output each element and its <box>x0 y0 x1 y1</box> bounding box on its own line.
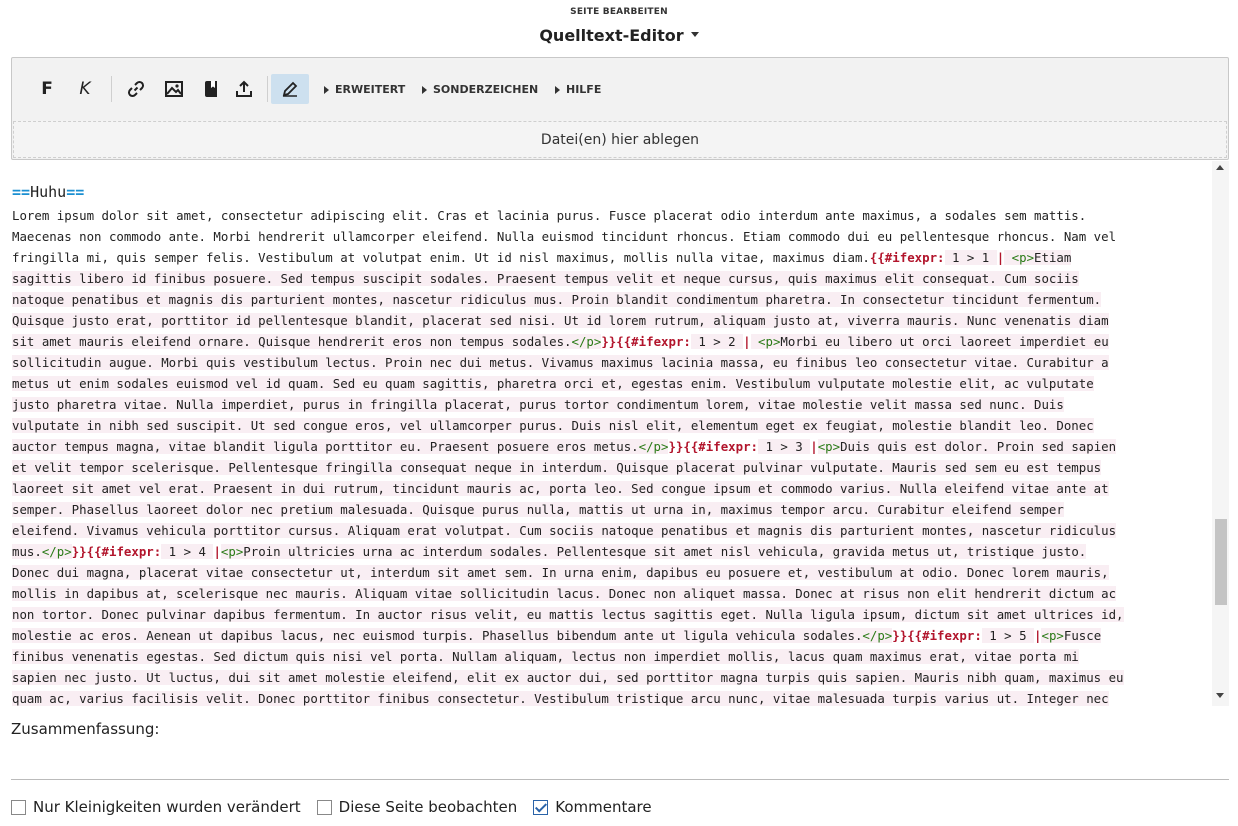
upload-icon <box>236 80 252 97</box>
minor-edit-label: Nur Kleinigkeiten wurden verändert <box>33 798 301 816</box>
editor-line: sapien nec justo. Ut luctus, dui sit ame… <box>12 670 1124 685</box>
minor-edit-checkbox[interactable] <box>11 799 26 815</box>
bold-button[interactable]: F <box>30 74 64 104</box>
editor-line: laoreet sit amet vel erat. Praesent in d… <box>12 481 1109 496</box>
advanced-menu[interactable]: ERWEITERT <box>324 83 405 96</box>
editor-mode-dropdown[interactable]: Quelltext-Editor <box>0 26 1238 45</box>
bold-label: F <box>41 79 53 99</box>
editor-line: Donec dui magna, placerat vitae consecte… <box>12 565 1109 580</box>
editor-line: non tortor. Donec pulvinar dapibus ferme… <box>12 607 1124 622</box>
heading-text: Huhu <box>30 183 67 201</box>
editor-line: justo pharetra vitae. Nulla imperdiet, p… <box>12 397 1064 412</box>
special-chars-menu[interactable]: SONDERZEICHEN <box>422 83 538 96</box>
editor-text: Lorem ipsum dolor sit amet, consectetur … <box>12 205 1207 706</box>
dropzone-text: Datei(en) hier ablegen <box>540 131 700 148</box>
source-editor[interactable]: ==Huhu== Lorem ipsum dolor sit amet, con… <box>11 161 1229 706</box>
heading-marker: == <box>66 183 85 201</box>
caret-down-icon <box>690 32 699 37</box>
help-label: HILFE <box>566 83 602 96</box>
editor-line: mus.</p>}}{{#ifexpr: 1 > 4 |<p>Proin ult… <box>12 544 1087 559</box>
editor-line: Lorem ipsum dolor sit amet, consectetur … <box>12 208 1087 223</box>
editor-line: fringilla mi, quis semper felis. Vestibu… <box>12 250 1072 265</box>
watch-page-option[interactable]: Diese Seite beobachten <box>316 798 518 816</box>
book-icon <box>205 81 217 97</box>
comments-label: Kommentare <box>555 798 652 816</box>
minor-edit-option[interactable]: Nur Kleinigkeiten wurden verändert <box>11 798 301 816</box>
toolbar-divider <box>111 76 112 102</box>
upload-button[interactable] <box>227 74 261 104</box>
triangle-right-icon <box>324 85 329 94</box>
italic-label: K <box>79 79 91 99</box>
editor-line: molestie ac eros. Aenean ut dapibus lacu… <box>12 628 1102 643</box>
file-dropzone[interactable]: Datei(en) hier ablegen <box>13 121 1227 158</box>
editor-line: mollis in dapibus at, scelerisque nec ma… <box>12 586 1117 601</box>
edit-mode-button[interactable] <box>271 74 309 104</box>
edit-options: Nur Kleinigkeiten wurden verändert Diese… <box>11 797 668 817</box>
reference-button[interactable] <box>195 74 229 104</box>
editor-line: finibus venenatis egestas. Sed dictum qu… <box>12 649 1079 664</box>
editor-line: quam ac, varius facilisis velit. Donec p… <box>12 691 1109 706</box>
special-chars-label: SONDERZEICHEN <box>433 83 539 96</box>
watch-page-label: Diese Seite beobachten <box>338 798 518 816</box>
editor-line: metus ut enim sodales euismod vel id qua… <box>12 376 1094 391</box>
comments-checkbox[interactable] <box>533 799 549 815</box>
toolbar-divider <box>267 76 268 102</box>
page-subtitle: SEITE BEARBEITEN <box>570 7 668 17</box>
editor-line: vulputate in nibh sed suscipit. Ut sed c… <box>12 418 1094 433</box>
italic-button[interactable]: K <box>68 74 102 104</box>
editor-line: et velit tempor scelerisque. Pellentesqu… <box>12 460 1102 475</box>
scrollbar-thumb[interactable] <box>1215 519 1227 605</box>
watch-page-checkbox[interactable] <box>316 799 332 815</box>
editor-line: Quisque justo erat, porttitor id pellent… <box>12 313 1109 328</box>
triangle-right-icon <box>422 85 427 94</box>
editor-scrollbar[interactable] <box>1212 161 1229 706</box>
editor-line: natoque penatibus et magnis dis parturie… <box>12 292 1102 307</box>
pencil-icon <box>282 81 298 97</box>
editor-line: Maecenas non commodo ante. Morbi hendrer… <box>12 229 1117 244</box>
heading-marker: == <box>12 183 31 201</box>
summary-input[interactable] <box>11 744 1229 780</box>
editor-line: semper. Phasellus laoreet dolor nec pret… <box>12 502 1064 517</box>
page-header: SEITE BEARBEITEN Quelltext-Editor <box>0 0 1238 56</box>
link-icon <box>127 80 145 98</box>
editor-line: auctor tempus magna, vitae blandit ligul… <box>12 439 1117 454</box>
editor-toolbar: F K ERWEITERT SONDERZEICHEN HILFE Datei(… <box>11 57 1229 160</box>
editor-line: sit amet mauris eleifend ornare. Quisque… <box>12 334 1109 349</box>
scroll-up-icon[interactable] <box>1216 165 1224 170</box>
image-icon <box>165 81 183 97</box>
summary-label: Zusammenfassung: <box>11 720 160 738</box>
link-button[interactable] <box>119 74 153 104</box>
editor-line: eleifend. Vivamus vehicula porttitor cur… <box>12 523 1117 538</box>
editor-mode-label: Quelltext-Editor <box>539 26 684 45</box>
advanced-label: ERWEITERT <box>335 83 406 96</box>
wikitext-heading: ==Huhu== <box>12 183 84 201</box>
editor-line: sollicitudin augue. Morbi quis vestibulu… <box>12 355 1109 370</box>
image-button[interactable] <box>157 74 191 104</box>
help-menu[interactable]: HILFE <box>555 83 601 96</box>
scroll-down-icon[interactable] <box>1216 693 1224 698</box>
editor-line: sagittis libero id finibus posuere. Sed … <box>12 271 1079 286</box>
triangle-right-icon <box>555 85 560 94</box>
comments-option[interactable]: Kommentare <box>533 798 652 816</box>
